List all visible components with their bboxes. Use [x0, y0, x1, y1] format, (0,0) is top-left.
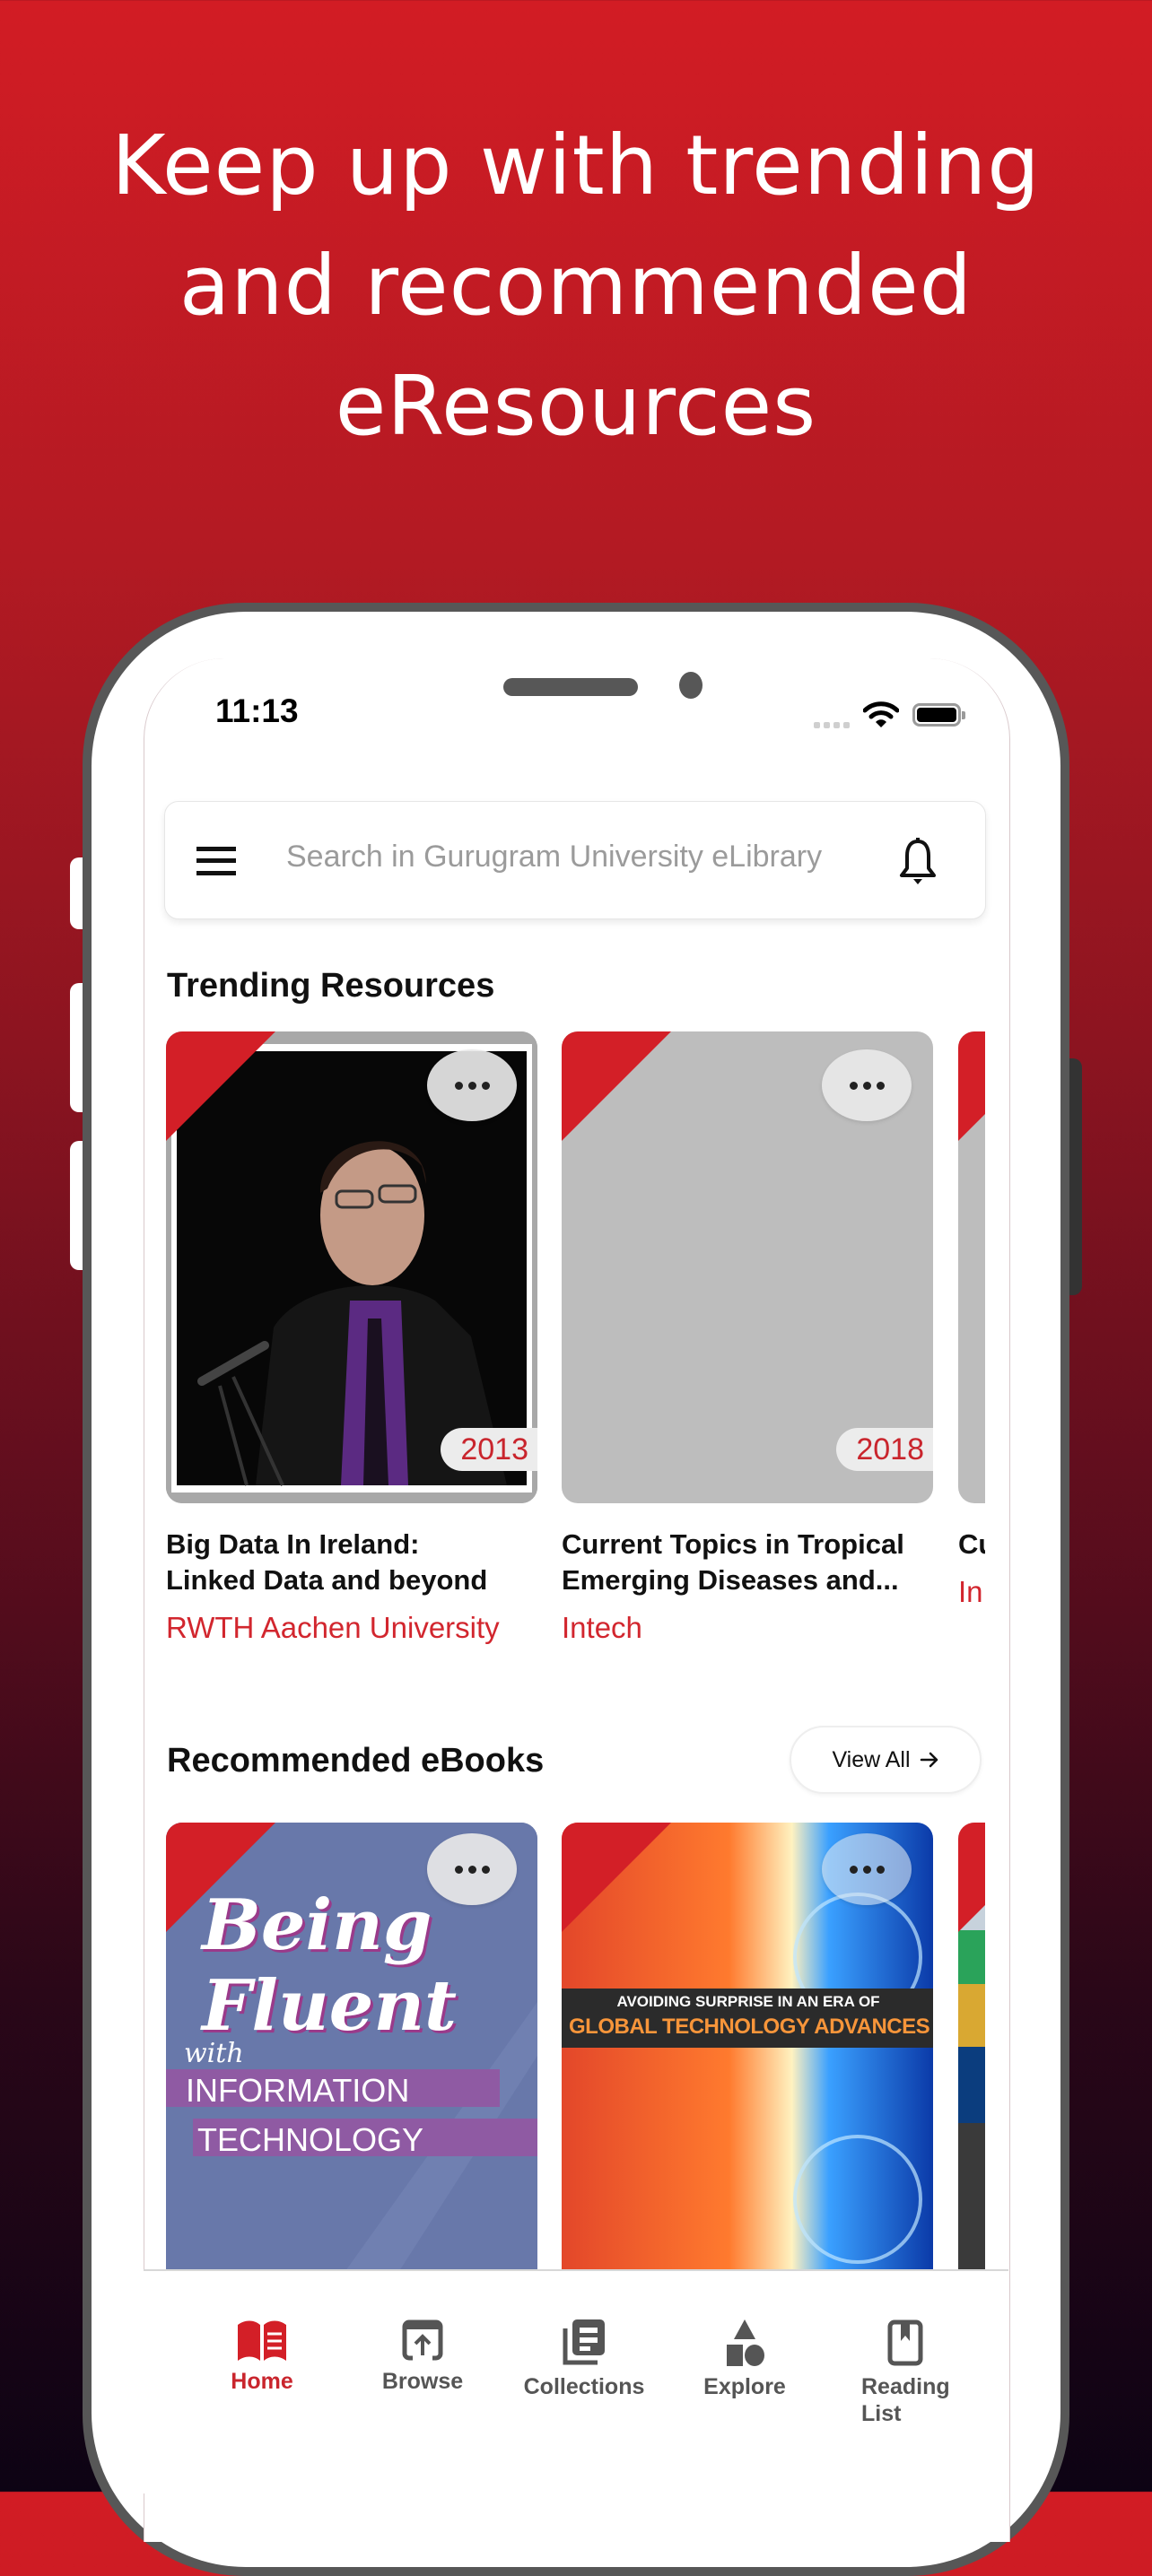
ebook-card[interactable]: Being Fluent with INFORMATION TECHNOLOGY	[166, 1823, 537, 2271]
cover-subtitle-1: INFORMATION	[186, 2072, 410, 2109]
resource-title-line: Current Topics in Tropical	[562, 1528, 904, 1560]
hamburger-menu-icon[interactable]	[196, 847, 236, 875]
more-options-button[interactable]	[427, 1049, 517, 1121]
resource-publisher[interactable]: RWTH Aachen University	[166, 1611, 500, 1645]
more-options-button[interactable]	[822, 1049, 912, 1121]
cover-line-2: GLOBAL TECHNOLOGY ADVANCES	[569, 2015, 930, 2039]
trending-card-partial[interactable]	[958, 1031, 985, 1503]
cover-with: with	[184, 2038, 244, 2069]
cover-title-text: Being Fluent	[202, 1884, 458, 2047]
phone-camera	[679, 672, 703, 699]
shapes-icon	[727, 2319, 764, 2366]
search-bar[interactable]: Search in Gurugram University eLibrary	[164, 801, 986, 919]
card-corner-ribbon	[562, 1031, 671, 1141]
browse-upload-icon	[402, 2319, 443, 2361]
arrow-right-icon	[920, 1752, 938, 1768]
phone-mute-switch	[70, 857, 83, 929]
card-corner-ribbon	[958, 1031, 985, 1141]
tab-label: Collections	[523, 2374, 645, 2399]
phone-volume-down-button	[70, 1141, 83, 1270]
phone-speaker	[503, 678, 638, 696]
status-time: 11:13	[215, 692, 299, 729]
resource-publisher[interactable]: Intech	[562, 1611, 642, 1645]
resource-publisher-text: In	[958, 1575, 983, 1608]
headline-line-3: eResources	[335, 358, 817, 454]
year-badge: 2018	[836, 1428, 933, 1471]
resource-publisher-partial[interactable]: In	[958, 1575, 985, 1609]
battery-nub	[962, 711, 965, 719]
year-badge: 2013	[441, 1428, 537, 1471]
tab-label: Home	[231, 2369, 293, 2394]
cellular-signal-icon	[814, 722, 850, 728]
resource-title-line: Emerging Diseases and...	[562, 1564, 899, 1596]
open-book-icon	[238, 2320, 286, 2361]
view-all-label: View All	[832, 1746, 911, 1772]
phone-volume-up-button	[70, 983, 83, 1112]
notification-bell-icon[interactable]	[897, 838, 938, 886]
cover-title: Being Fluent	[202, 1885, 537, 2047]
more-options-button[interactable]	[427, 1833, 517, 1905]
wifi-icon	[863, 701, 899, 727]
tab-collections[interactable]: Collections	[517, 2319, 651, 2400]
tab-label: Reading List	[861, 2374, 950, 2426]
tab-home[interactable]: Home	[195, 2319, 329, 2395]
tab-label: Explore	[703, 2374, 786, 2399]
trending-card[interactable]: 2013	[166, 1031, 537, 1503]
ebook-card[interactable]: AVOIDING SURPRISE IN AN ERA OF GLOBAL TE…	[562, 1823, 933, 2271]
tab-label: Browse	[381, 2369, 464, 2394]
marketing-headline: Keep up with trending and recommended eR…	[0, 106, 1152, 466]
headline-line-2: and recommended	[179, 238, 973, 334]
resource-title-partial[interactable]: Cu	[958, 1527, 985, 1562]
phone-power-button	[1069, 1058, 1082, 1295]
resource-title[interactable]: Current Topics in Tropical Emerging Dise…	[562, 1527, 938, 1598]
trending-card[interactable]: 2018	[562, 1031, 933, 1503]
cover-line-1: AVOIDING SURPRISE IN AN ERA OF	[616, 1993, 880, 2010]
tab-browse[interactable]: Browse	[355, 2319, 490, 2395]
recommended-section-title: Recommended eBooks	[167, 1742, 545, 1780]
resource-title-line: Linked Data and beyond	[166, 1564, 488, 1596]
resource-title-line: Big Data In Ireland:	[166, 1528, 420, 1560]
collections-icon	[563, 2319, 605, 2365]
more-options-button[interactable]	[822, 1833, 912, 1905]
resource-title-line: Cu	[958, 1528, 985, 1560]
cover-subtitle-2: TECHNOLOGY	[197, 2121, 424, 2158]
headline-line-1: Keep up with trending	[111, 117, 1041, 213]
tab-explore[interactable]: Explore	[677, 2319, 812, 2400]
resource-title[interactable]: Big Data In Ireland: Linked Data and bey…	[166, 1527, 543, 1598]
trending-section-title: Trending Resources	[167, 967, 495, 1005]
ebook-card-partial[interactable]	[958, 1823, 985, 2271]
bottom-tab-bar: Home Browse Collections Explore Reading …	[144, 2269, 1008, 2493]
bookmark-icon	[887, 2319, 923, 2366]
battery-icon	[912, 703, 961, 727]
tab-reading-list[interactable]: Reading List	[838, 2319, 973, 2427]
view-all-button[interactable]: View All	[790, 1726, 982, 1794]
search-input[interactable]: Search in Gurugram University eLibrary	[286, 840, 822, 875]
